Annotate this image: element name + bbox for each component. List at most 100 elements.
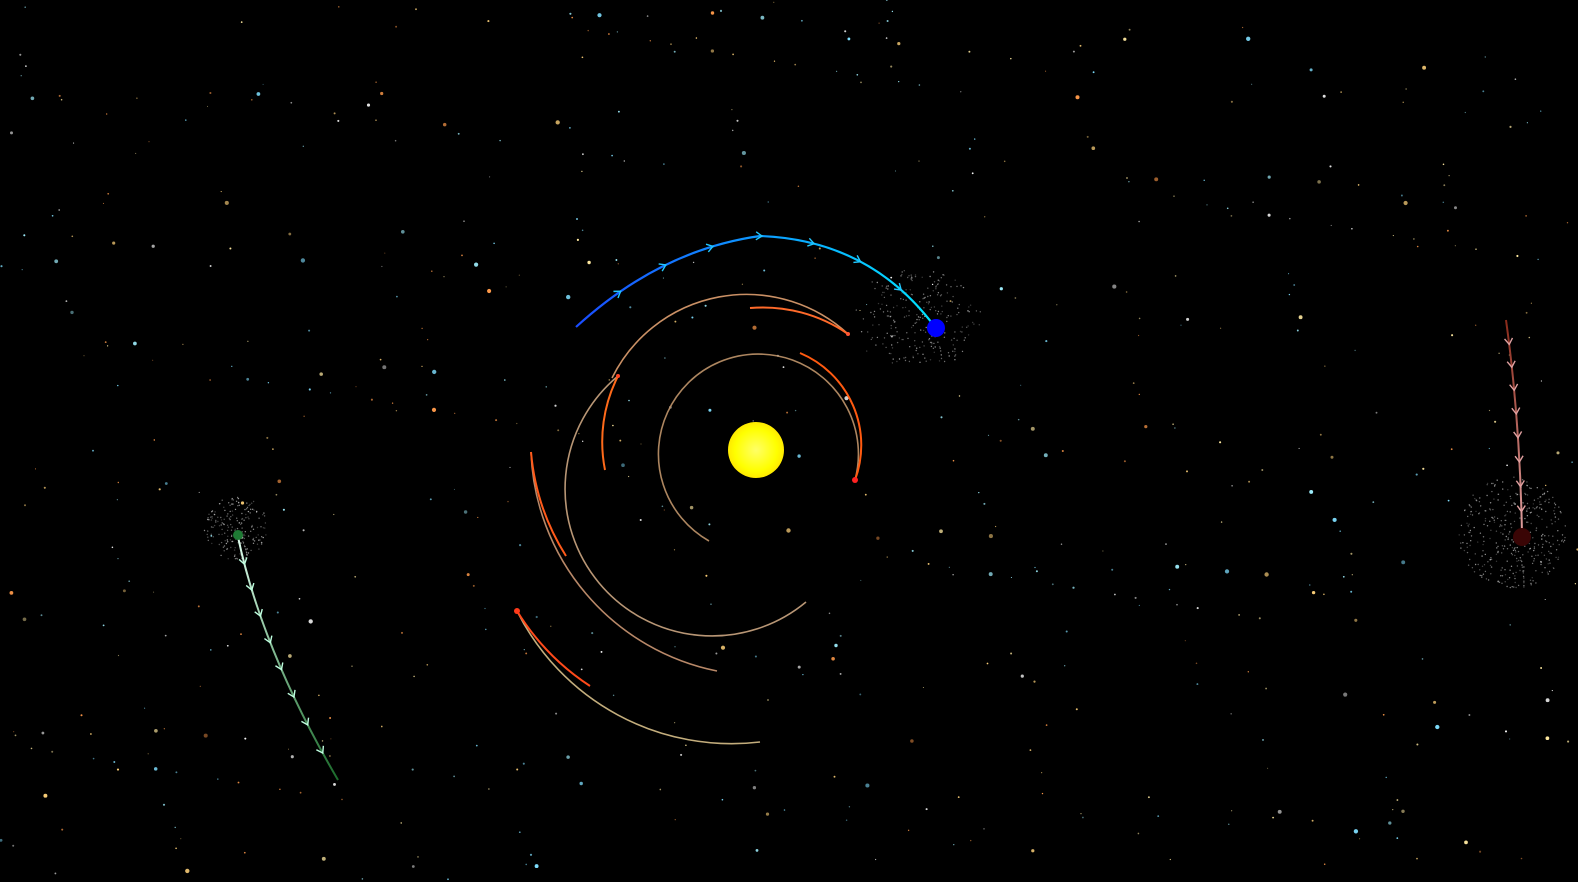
star <box>1029 749 1032 751</box>
dust-particle <box>246 554 248 556</box>
dust-particle <box>1529 512 1532 514</box>
dust-particle <box>1506 585 1508 588</box>
star <box>557 429 560 432</box>
dust-particle <box>954 350 956 353</box>
star <box>153 439 156 441</box>
dust-particle <box>1548 559 1550 561</box>
dust-particle <box>215 521 217 523</box>
dust-particle <box>874 287 876 290</box>
dust-particle <box>256 510 258 513</box>
game-canvas[interactable] <box>0 0 1578 882</box>
dust-particle <box>1509 531 1511 533</box>
star <box>153 767 158 771</box>
star <box>106 113 108 115</box>
star <box>1132 382 1135 384</box>
star <box>529 853 533 856</box>
star <box>619 439 622 442</box>
dust-particle <box>237 505 239 507</box>
star <box>818 247 821 250</box>
blue-comet-head[interactable] <box>927 319 945 337</box>
star <box>175 847 177 850</box>
dust-particle <box>917 353 919 355</box>
dust-particle <box>1460 547 1462 549</box>
dust-particle <box>872 324 874 326</box>
star <box>1224 569 1230 574</box>
dust-particle <box>939 347 941 349</box>
dust-particle <box>253 540 256 542</box>
dust-particle <box>1544 567 1546 569</box>
far-planet[interactable] <box>514 608 520 614</box>
orange-planet[interactable] <box>846 332 850 336</box>
star <box>1123 37 1127 41</box>
space-background <box>0 0 1578 882</box>
star <box>308 388 311 391</box>
star <box>197 605 200 608</box>
dust-particle <box>1536 506 1538 508</box>
star <box>224 200 229 205</box>
star <box>1382 713 1385 716</box>
dust-particle <box>914 332 916 334</box>
star <box>1454 206 1457 210</box>
star <box>1350 552 1353 555</box>
dust-particle <box>1481 555 1483 557</box>
dust-particle <box>924 296 926 299</box>
star <box>866 304 868 306</box>
star <box>354 575 357 578</box>
dust-particle <box>1479 569 1481 571</box>
dust-particle <box>210 533 212 535</box>
dust-particle <box>1564 525 1567 527</box>
star <box>351 665 353 668</box>
star <box>1144 425 1148 429</box>
dust-particle <box>1500 569 1502 571</box>
star <box>391 402 394 404</box>
red-planet[interactable] <box>852 477 858 483</box>
green-comet-head[interactable] <box>233 530 243 540</box>
dust-particle <box>1477 563 1479 566</box>
inner-planet[interactable] <box>616 374 620 378</box>
dust-particle <box>958 311 960 314</box>
dust-particle <box>927 303 930 305</box>
star <box>25 65 27 67</box>
star <box>51 214 54 217</box>
dust-particle <box>1470 535 1473 537</box>
dust-particle <box>251 502 253 504</box>
star <box>1175 564 1180 569</box>
dust-particle <box>243 537 246 540</box>
dust-particle <box>896 360 898 363</box>
dust-particle <box>954 279 956 281</box>
star <box>1293 284 1296 286</box>
star <box>333 782 336 786</box>
dust-particle <box>900 298 902 300</box>
star <box>1186 470 1188 473</box>
dust-particle <box>968 306 970 308</box>
star <box>151 244 155 248</box>
dust-particle <box>879 308 882 310</box>
star <box>1014 297 1017 299</box>
dust-particle <box>890 352 892 355</box>
star <box>1309 68 1313 72</box>
dust-particle <box>231 497 233 500</box>
dust-particle <box>223 550 225 552</box>
star <box>1137 832 1140 835</box>
dust-particle <box>930 306 933 309</box>
sun[interactable] <box>728 422 784 478</box>
dust-particle <box>211 517 213 519</box>
star <box>299 791 302 794</box>
star <box>1041 772 1043 774</box>
star <box>664 357 666 359</box>
star <box>1488 447 1490 450</box>
dust-particle <box>1504 539 1506 541</box>
dust-particle <box>967 310 969 312</box>
star <box>117 558 119 560</box>
dust-particle <box>1557 558 1559 560</box>
star <box>1400 194 1403 197</box>
dust-particle <box>892 358 894 360</box>
star <box>1064 665 1066 667</box>
star <box>968 147 971 150</box>
dust-particle <box>943 274 945 276</box>
star <box>1416 743 1419 746</box>
star <box>337 119 340 122</box>
dust-particle <box>867 331 869 333</box>
red-comet-head[interactable] <box>1513 528 1531 546</box>
dust-particle <box>907 337 909 340</box>
